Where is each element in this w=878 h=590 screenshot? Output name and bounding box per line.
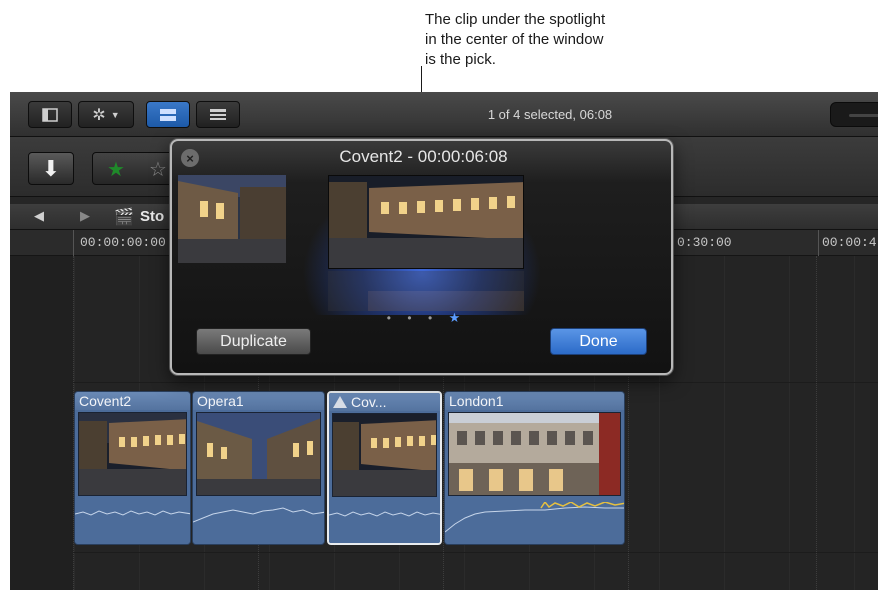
forward-arrow-icon[interactable]: ▶ <box>80 208 90 224</box>
grid-line <box>816 256 817 590</box>
timeline-toolbar: ✲ ▼ 1 of 4 selected, 06:08 <box>10 92 878 137</box>
callout-line-3: is the pick. <box>425 51 496 68</box>
import-button[interactable]: ⬇ <box>28 152 74 185</box>
timeline-left-gutter <box>10 256 73 590</box>
chevron-down-icon: ▼ <box>110 109 120 120</box>
timeline-clip[interactable]: Covent2 <box>74 391 191 545</box>
timeline-window: ✲ ▼ 1 of 4 selected, 06:08 ⬇ ★ ☆ ◀ ▶ 🎬 S… <box>10 92 878 590</box>
ruler-tick <box>818 230 819 256</box>
sidebar-toggle-button[interactable] <box>28 101 72 128</box>
favorite-star-icon[interactable]: ★ <box>107 157 125 182</box>
timeline-clip[interactable]: London1 <box>444 391 625 545</box>
clip-name-label: Cov... <box>351 394 387 410</box>
clip-thumbnail <box>196 412 321 496</box>
audio-waveform <box>329 503 440 543</box>
clip-name: Opera1 <box>193 392 324 410</box>
callout-line-1: The clip under the spotlight <box>425 11 606 28</box>
timeline-clip[interactable]: Opera1 <box>192 391 325 545</box>
callout-text: The clip under the spotlight in the cent… <box>425 10 685 70</box>
zoom-slider[interactable] <box>830 102 878 127</box>
track-divider <box>73 552 878 553</box>
pick-star-icon[interactable]: ★ <box>449 310 461 326</box>
selection-status: 1 of 4 selected, 06:08 <box>487 107 613 122</box>
page-indicator: • • • ★ <box>172 309 671 327</box>
timeline-clip-selected[interactable]: Cov... <box>327 391 442 545</box>
page-dot[interactable]: • <box>387 311 391 325</box>
audio-waveform <box>445 500 624 544</box>
project-name: Sto <box>140 208 165 225</box>
thumbnail-reflection <box>328 271 524 311</box>
timecode-label: 00:00:00:00 <box>80 235 166 250</box>
track-divider <box>73 382 878 383</box>
clip-name: Cov... <box>329 393 440 411</box>
timecode-label: 0:30:00 <box>677 235 732 250</box>
audition-side-thumbnail[interactable] <box>178 175 286 263</box>
audition-spotlight-icon <box>333 396 347 408</box>
audio-waveform <box>193 502 324 544</box>
clapper-icon: 🎬 <box>114 209 134 226</box>
done-button[interactable]: Done <box>550 328 647 355</box>
clip-name: Covent2 <box>75 392 190 410</box>
audition-pick-thumbnail[interactable] <box>328 175 524 269</box>
audition-title: Covent2 - 00:00:06:08 <box>339 147 508 166</box>
filmstrip-view-button[interactable] <box>146 101 190 128</box>
ruler-tick <box>73 230 74 256</box>
clip-thumbnail <box>332 413 437 497</box>
list-view-icon <box>210 108 226 120</box>
page-dot[interactable]: • <box>428 311 432 325</box>
audio-waveform <box>75 502 190 544</box>
list-view-button[interactable] <box>196 101 240 128</box>
timecode-label: 00:00:4 <box>822 235 877 250</box>
page-dot[interactable]: • <box>407 311 411 325</box>
back-arrow-icon[interactable]: ◀ <box>34 208 44 224</box>
duplicate-button[interactable]: Duplicate <box>196 328 311 355</box>
action-menu-button[interactable]: ✲ ▼ <box>78 101 134 128</box>
callout-line-2: in the center of the window <box>425 31 604 48</box>
unrate-star-icon[interactable]: ☆ <box>149 157 167 182</box>
clip-name: London1 <box>445 392 624 410</box>
down-arrow-icon: ⬇ <box>41 155 61 181</box>
audition-window: × Covent2 - 00:00:06:08 • • • ★ Duplicat… <box>170 139 673 375</box>
gear-icon: ✲ <box>92 106 106 124</box>
clip-thumbnail <box>448 412 621 496</box>
clip-thumbnail <box>78 412 187 496</box>
sidebar-toggle-icon <box>42 107 58 122</box>
filmstrip-view-icon <box>160 108 176 121</box>
